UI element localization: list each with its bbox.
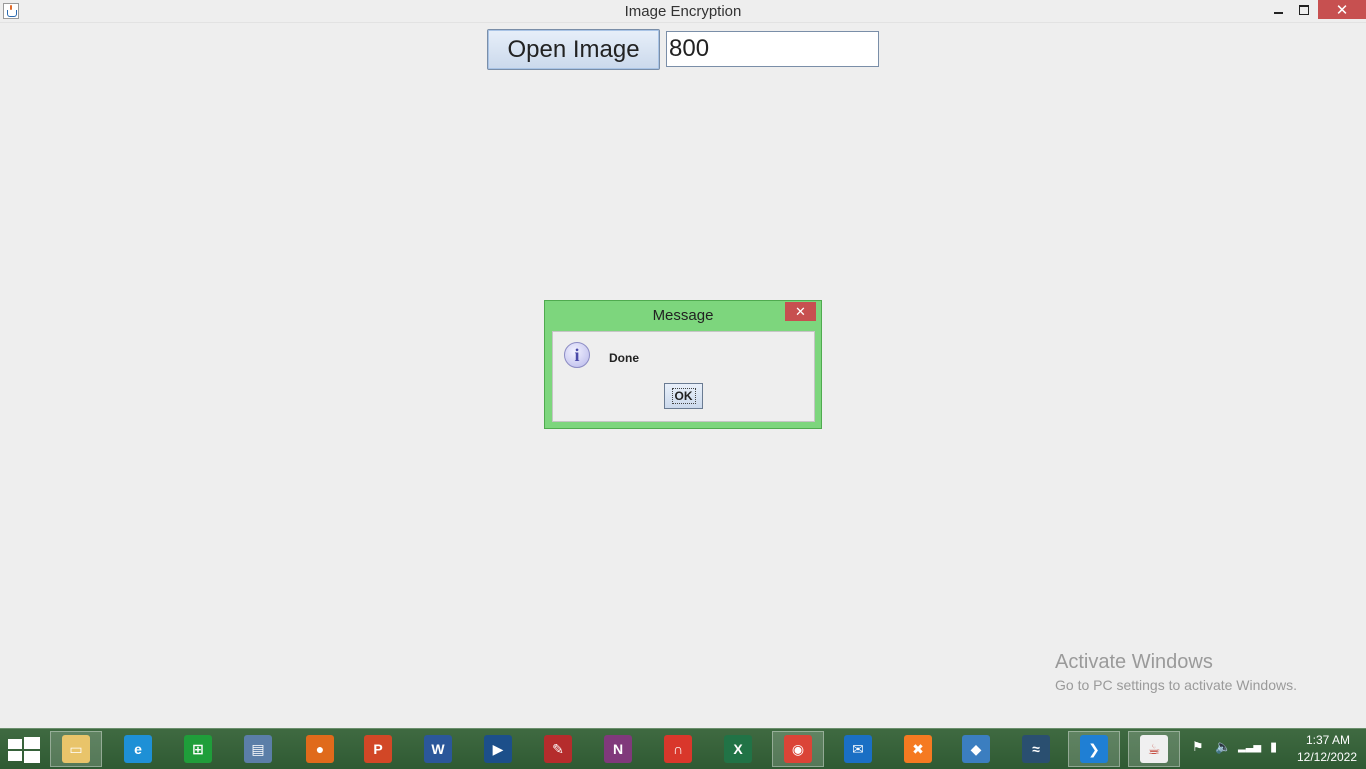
taskbar-app-button[interactable]: ▭: [50, 731, 102, 767]
mysql-workbench-icon: ≈: [1022, 735, 1050, 763]
open-image-button[interactable]: Open Image: [487, 29, 660, 70]
taskbar-app-button[interactable]: ◉: [772, 731, 824, 767]
taskbar-app-button[interactable]: ∩: [652, 731, 704, 767]
window-title: Image Encryption: [624, 3, 742, 20]
message-dialog: Message ✕ i Done OK: [544, 300, 822, 429]
pdf-reader-icon: ✎: [544, 735, 572, 763]
taskbar: ▭ e ⊞ ▤ ● P W ▶ ✎ N ∩ X ◉ ✉ ✖ ◆ ≈ ❯ ☕ ⚑ 🔈 ▂▃▅ ▮ 1:37 AM 12…: [0, 728, 1366, 769]
excel-icon: X: [724, 735, 752, 763]
taskbar-app-button[interactable]: ❯: [1068, 731, 1120, 767]
windows-store-icon: ⊞: [184, 735, 212, 763]
minimize-button[interactable]: [1268, 0, 1288, 20]
headphones-app-icon: ∩: [664, 735, 692, 763]
media-player-icon: ▶: [484, 735, 512, 763]
clock-date[interactable]: 12/12/2022: [1292, 750, 1362, 764]
taskbar-app-button[interactable]: W: [412, 731, 464, 767]
activation-watermark-subtitle: Go to PC settings to activate Windows.: [1055, 677, 1297, 693]
taskbar-app-button[interactable]: ▤: [232, 731, 284, 767]
info-icon: i: [564, 342, 590, 368]
dialog-message: Done: [609, 351, 639, 365]
window-title-bar: Image Encryption ✕: [0, 0, 1366, 23]
firefox-icon: ●: [306, 735, 334, 763]
close-button[interactable]: ✕: [1318, 0, 1366, 19]
clock-time[interactable]: 1:37 AM: [1296, 733, 1360, 747]
network-signal-icon[interactable]: ▂▃▅: [1238, 742, 1261, 753]
windows-logo-icon: [8, 739, 22, 749]
activation-watermark-title: Activate Windows: [1055, 651, 1213, 673]
file-explorer-icon: ▭: [62, 735, 90, 763]
java-app-icon: ☕: [1140, 735, 1168, 763]
internet-explorer-icon: e: [124, 735, 152, 763]
xampp-icon: ✖: [904, 735, 932, 763]
ok-button[interactable]: OK: [664, 383, 703, 409]
taskbar-app-button[interactable]: ≈: [1010, 731, 1062, 767]
onenote-icon: N: [604, 735, 632, 763]
taskbar-app-button[interactable]: ▶: [472, 731, 524, 767]
minimize-icon: [1273, 12, 1283, 14]
taskbar-app-button[interactable]: ✖: [892, 731, 944, 767]
dialog-close-button[interactable]: ✕: [785, 302, 816, 321]
value-input[interactable]: [666, 31, 879, 67]
taskbar-app-button[interactable]: ⊞: [172, 731, 224, 767]
vscode-icon: ❯: [1080, 735, 1108, 763]
volume-icon[interactable]: 🔈: [1215, 739, 1231, 755]
taskbar-app-button[interactable]: P: [352, 731, 404, 767]
chrome-icon: ◉: [784, 735, 812, 763]
maximize-button[interactable]: [1294, 0, 1314, 20]
word-icon: W: [424, 735, 452, 763]
battery-icon[interactable]: ▮: [1270, 739, 1277, 755]
start-button[interactable]: [8, 737, 40, 763]
powerpoint-icon: P: [364, 735, 392, 763]
ok-button-label: OK: [671, 388, 696, 404]
virtualbox-icon: ◆: [962, 735, 990, 763]
taskbar-app-button[interactable]: e: [112, 731, 164, 767]
restore-icon: [1299, 5, 1309, 15]
taskbar-app-button[interactable]: N: [592, 731, 644, 767]
taskbar-app-button[interactable]: X: [712, 731, 764, 767]
taskbar-app-button[interactable]: ☕: [1128, 731, 1180, 767]
taskbar-app-button[interactable]: ✎: [532, 731, 584, 767]
taskbar-app-button[interactable]: ✉: [832, 731, 884, 767]
document-viewer-icon: ▤: [244, 735, 272, 763]
taskbar-app-button[interactable]: ◆: [950, 731, 1002, 767]
mail-icon: ✉: [844, 735, 872, 763]
taskbar-app-button[interactable]: ●: [294, 731, 346, 767]
flag-icon[interactable]: ⚑: [1192, 739, 1204, 755]
dialog-title: Message: [652, 307, 714, 324]
dialog-body: i Done OK: [552, 331, 815, 422]
